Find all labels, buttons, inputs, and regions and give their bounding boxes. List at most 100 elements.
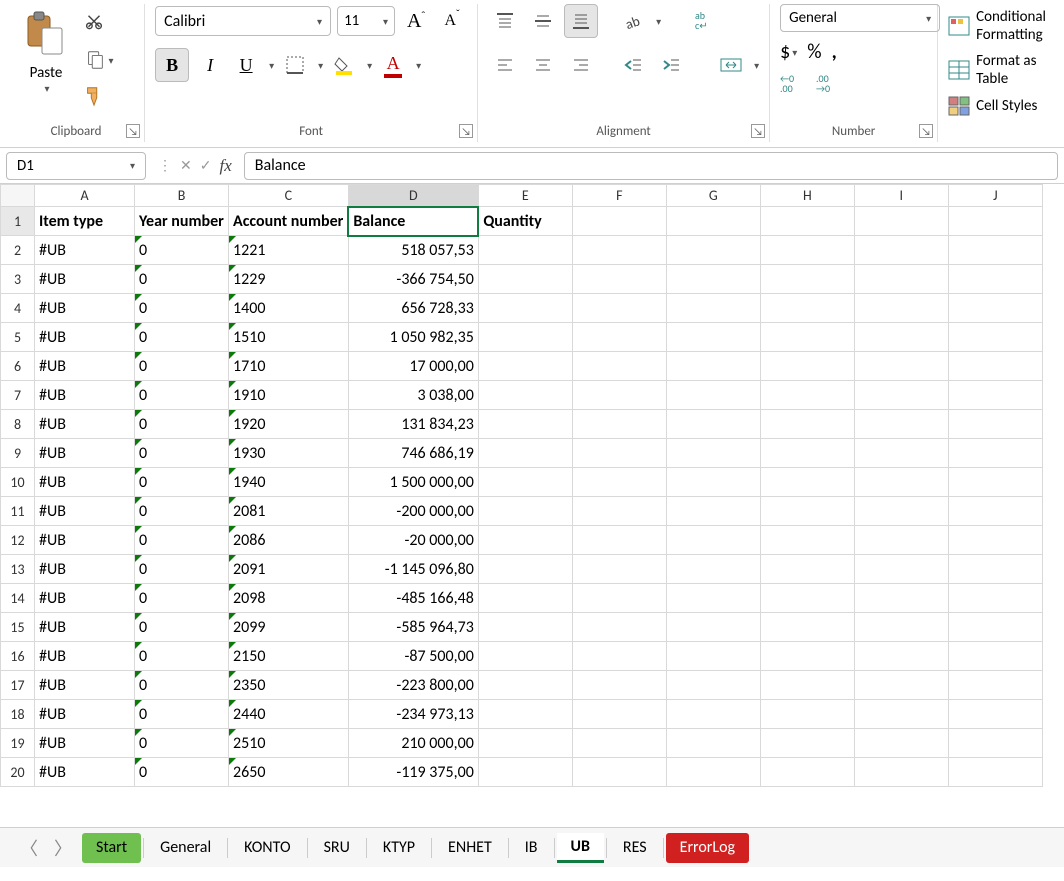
cell-C16[interactable]: 2150 xyxy=(229,642,349,671)
cell-A3[interactable]: #UB xyxy=(35,265,135,294)
cell-B16[interactable]: 0 xyxy=(135,642,229,671)
cell-G15[interactable] xyxy=(666,613,760,642)
cell-A17[interactable]: #UB xyxy=(35,671,135,700)
cell-I14[interactable] xyxy=(854,584,948,613)
cell-H20[interactable] xyxy=(760,758,854,787)
cell-B15[interactable]: 0 xyxy=(135,613,229,642)
cell-D3[interactable]: -366 754,50 xyxy=(348,265,478,294)
sheet-tab-ub[interactable]: UB xyxy=(557,833,604,863)
sheet-tab-ib[interactable]: IB xyxy=(511,833,552,863)
row-header-5[interactable]: 5 xyxy=(1,323,35,352)
cell-H19[interactable] xyxy=(760,729,854,758)
cell-E10[interactable] xyxy=(478,468,572,497)
cell-D9[interactable]: 746 686,19 xyxy=(348,439,478,468)
cell-D10[interactable]: 1 500 000,00 xyxy=(348,468,478,497)
cell-D14[interactable]: -485 166,48 xyxy=(348,584,478,613)
column-header-H[interactable]: H xyxy=(760,185,854,207)
cell-I2[interactable] xyxy=(854,236,948,265)
sheet-tab-general[interactable]: General xyxy=(146,833,225,863)
cell-A12[interactable]: #UB xyxy=(35,526,135,555)
cell-H14[interactable] xyxy=(760,584,854,613)
cell-A2[interactable]: #UB xyxy=(35,236,135,265)
cell-B8[interactable]: 0 xyxy=(135,410,229,439)
row-header-12[interactable]: 12 xyxy=(1,526,35,555)
more-icon[interactable]: ⋮ xyxy=(158,157,172,174)
chevron-down-icon[interactable]: ▾ xyxy=(656,15,661,28)
cell-C18[interactable]: 2440 xyxy=(229,700,349,729)
chevron-down-icon[interactable]: ▾ xyxy=(317,15,322,28)
bold-button[interactable]: B xyxy=(155,48,189,82)
cell-G4[interactable] xyxy=(666,294,760,323)
cell-G10[interactable] xyxy=(666,468,760,497)
cell-D1[interactable]: Balance xyxy=(348,207,478,236)
cell-F11[interactable] xyxy=(572,497,666,526)
cell-E12[interactable] xyxy=(478,526,572,555)
cell-B13[interactable]: 0 xyxy=(135,555,229,584)
select-all-corner[interactable] xyxy=(1,185,35,207)
cell-J6[interactable] xyxy=(948,352,1042,381)
cell-J19[interactable] xyxy=(948,729,1042,758)
column-header-F[interactable]: F xyxy=(572,185,666,207)
cell-J7[interactable] xyxy=(948,381,1042,410)
cell-E19[interactable] xyxy=(478,729,572,758)
copy-button[interactable]: ▾ xyxy=(80,46,118,74)
dialog-launcher-icon[interactable]: ↘ xyxy=(459,124,473,138)
cell-I20[interactable] xyxy=(854,758,948,787)
sheet-tab-start[interactable]: Start xyxy=(82,833,141,863)
cell-H7[interactable] xyxy=(760,381,854,410)
cell-C4[interactable]: 1400 xyxy=(229,294,349,323)
cell-B4[interactable]: 0 xyxy=(135,294,229,323)
cell-A13[interactable]: #UB xyxy=(35,555,135,584)
cell-J17[interactable] xyxy=(948,671,1042,700)
cell-J15[interactable] xyxy=(948,613,1042,642)
cell-B6[interactable]: 0 xyxy=(135,352,229,381)
cell-C14[interactable]: 2098 xyxy=(229,584,349,613)
cell-D8[interactable]: 131 834,23 xyxy=(348,410,478,439)
sheet-nav-prev[interactable]: 〈 xyxy=(14,835,44,861)
cell-E17[interactable] xyxy=(478,671,572,700)
cell-H8[interactable] xyxy=(760,410,854,439)
decrease-indent-button[interactable] xyxy=(616,48,650,82)
cell-B11[interactable]: 0 xyxy=(135,497,229,526)
cell-J5[interactable] xyxy=(948,323,1042,352)
cell-G18[interactable] xyxy=(666,700,760,729)
cell-I18[interactable] xyxy=(854,700,948,729)
cell-C19[interactable]: 2510 xyxy=(229,729,349,758)
cell-G17[interactable] xyxy=(666,671,760,700)
cell-C10[interactable]: 1940 xyxy=(229,468,349,497)
underline-button[interactable]: U xyxy=(231,48,261,82)
cell-H13[interactable] xyxy=(760,555,854,584)
cell-G7[interactable] xyxy=(666,381,760,410)
cell-B2[interactable]: 0 xyxy=(135,236,229,265)
cell-E8[interactable] xyxy=(478,410,572,439)
cell-E6[interactable] xyxy=(478,352,572,381)
align-bottom-button[interactable] xyxy=(564,4,598,38)
cell-G14[interactable] xyxy=(666,584,760,613)
orientation-button[interactable]: ab xyxy=(616,4,650,38)
sheet-tab-errorlog[interactable]: ErrorLog xyxy=(666,833,749,863)
cell-A11[interactable]: #UB xyxy=(35,497,135,526)
cell-H4[interactable] xyxy=(760,294,854,323)
shrink-font-button[interactable]: Aˇ xyxy=(437,4,467,38)
chevron-down-icon[interactable]: ▾ xyxy=(318,59,323,72)
dialog-launcher-icon[interactable]: ↘ xyxy=(919,124,933,138)
cell-D16[interactable]: -87 500,00 xyxy=(348,642,478,671)
chevron-down-icon[interactable]: ▾ xyxy=(108,54,113,67)
cell-I19[interactable] xyxy=(854,729,948,758)
column-header-J[interactable]: J xyxy=(948,185,1042,207)
cell-F19[interactable] xyxy=(572,729,666,758)
cell-I12[interactable] xyxy=(854,526,948,555)
percent-button[interactable]: % xyxy=(807,40,821,64)
cell-A4[interactable]: #UB xyxy=(35,294,135,323)
column-header-I[interactable]: I xyxy=(854,185,948,207)
chevron-down-icon[interactable]: ▾ xyxy=(269,59,274,72)
cell-B17[interactable]: 0 xyxy=(135,671,229,700)
cell-B14[interactable]: 0 xyxy=(135,584,229,613)
cell-H3[interactable] xyxy=(760,265,854,294)
font-size-select[interactable]: 11 ▾ xyxy=(337,6,395,36)
cell-I8[interactable] xyxy=(854,410,948,439)
italic-button[interactable]: I xyxy=(195,48,225,82)
cell-A8[interactable]: #UB xyxy=(35,410,135,439)
cell-G2[interactable] xyxy=(666,236,760,265)
cell-C9[interactable]: 1930 xyxy=(229,439,349,468)
